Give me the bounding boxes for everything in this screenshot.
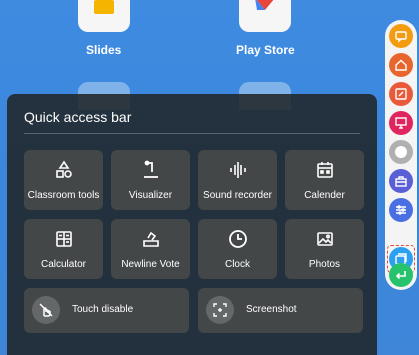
chat-button[interactable] <box>389 24 413 48</box>
app-label: Slides <box>86 43 122 57</box>
quick-access-panel: Quick access bar Classroom tools Visuali… <box>7 94 377 355</box>
tile-newline-vote[interactable]: Newline Vote <box>111 219 190 279</box>
tile-visualizer[interactable]: Visualizer <box>111 150 190 210</box>
toolbox-icon <box>395 176 407 187</box>
tile-label: Calculator <box>40 259 87 270</box>
touch-disable-button[interactable]: Touch disable <box>24 288 189 333</box>
tile-label: Classroom tools <box>27 190 100 201</box>
tile-label: Clock <box>224 259 250 270</box>
tile-sound-recorder[interactable]: Sound recorder <box>198 150 277 210</box>
touch-disable-icon <box>32 296 60 324</box>
slides-icon <box>78 0 130 32</box>
return-icon <box>395 271 406 280</box>
tile-calculator[interactable]: Calculator <box>24 219 103 279</box>
tile-photos[interactable]: Photos <box>285 219 364 279</box>
panel-title: Quick access bar <box>24 109 132 125</box>
screenshot-button[interactable]: Screenshot <box>198 288 363 333</box>
toolbox-button[interactable] <box>389 169 413 193</box>
screenshot-icon <box>206 296 234 324</box>
calculator-icon <box>24 228 103 250</box>
annotate-icon <box>395 88 407 100</box>
button-label: Touch disable <box>72 304 134 315</box>
app-label: Play Store <box>236 43 295 57</box>
settings-button[interactable] <box>389 198 413 222</box>
photo-icon <box>285 228 364 250</box>
tile-label: Calender <box>304 190 345 201</box>
play-store-icon <box>239 0 291 32</box>
tile-label: Visualizer <box>128 190 173 201</box>
divider <box>24 133 360 134</box>
clock-icon <box>198 228 277 250</box>
annotate-button[interactable] <box>389 82 413 106</box>
whiteboard-button[interactable] <box>389 111 413 135</box>
home-button[interactable] <box>389 53 413 77</box>
tile-label: Photos <box>308 259 341 270</box>
tile-label: Sound recorder <box>203 190 272 201</box>
tile-classroom-tools[interactable]: Classroom tools <box>24 150 103 210</box>
vote-icon <box>111 228 190 250</box>
side-toolbar <box>385 20 417 290</box>
button-label: Screenshot <box>246 304 297 315</box>
tile-label: Newline Vote <box>121 259 180 270</box>
calendar-icon <box>285 159 364 181</box>
sound-wave-icon <box>198 159 277 181</box>
tile-clock[interactable]: Clock <box>198 219 277 279</box>
chat-icon <box>395 31 407 43</box>
whiteboard-icon <box>395 117 407 129</box>
visualizer-icon <box>111 159 190 181</box>
circle-icon <box>395 146 407 158</box>
shapes-icon <box>24 159 103 181</box>
return-button[interactable] <box>389 263 413 287</box>
settings-sliders-icon <box>396 205 406 215</box>
home-icon <box>395 59 407 71</box>
circle-button[interactable] <box>389 140 413 164</box>
tile-calender[interactable]: Calender <box>285 150 364 210</box>
